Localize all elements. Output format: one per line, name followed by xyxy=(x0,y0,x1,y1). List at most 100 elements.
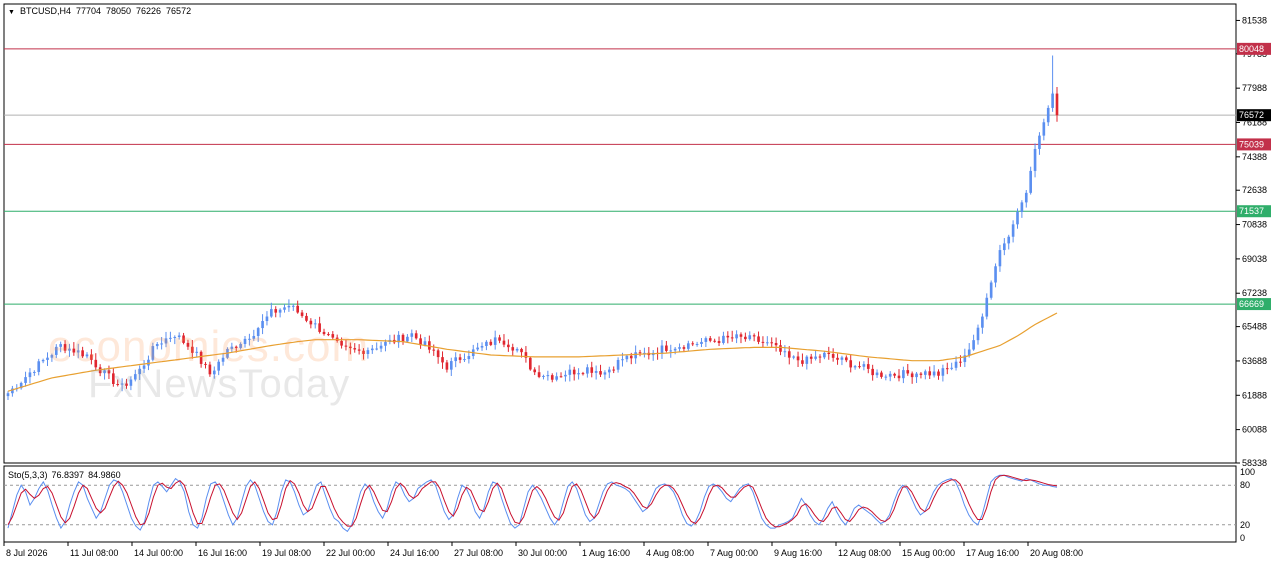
candle-up xyxy=(678,347,681,349)
candle-up xyxy=(985,297,989,317)
candle-down xyxy=(831,353,835,358)
y-tick-label: 77988 xyxy=(1242,83,1267,93)
candle-up xyxy=(449,361,453,370)
candle-down xyxy=(665,345,668,351)
y-tick-label: 74388 xyxy=(1242,152,1267,162)
y-tick-label: 67238 xyxy=(1242,288,1267,298)
candle-down xyxy=(928,371,932,376)
candle-up xyxy=(515,348,519,351)
candle-up xyxy=(748,335,752,340)
candle-down xyxy=(502,340,506,345)
candle-up xyxy=(467,356,471,360)
candle-up xyxy=(972,340,975,350)
candle-up xyxy=(1016,211,1019,225)
y-tick-label: 61888 xyxy=(1242,390,1267,400)
candle-up xyxy=(283,307,286,310)
candle-down xyxy=(801,360,804,364)
x-tick-label: 14 Jul 00:00 xyxy=(134,548,183,558)
candle-up xyxy=(1029,170,1032,193)
candle-up xyxy=(932,371,936,376)
stochastic-header: Sto(5,3,3) 76.8397 84.9860 xyxy=(8,470,125,480)
candle-down xyxy=(937,371,940,376)
stochastic-main-value: 76.8397 xyxy=(51,470,85,480)
candle-up xyxy=(476,347,479,350)
candle-down xyxy=(919,373,923,375)
candle-down xyxy=(897,375,901,379)
candle-up xyxy=(673,348,677,351)
candle-up xyxy=(695,343,699,345)
x-tick-label: 22 Jul 00:00 xyxy=(326,548,375,558)
candle-up xyxy=(840,357,844,360)
candle-down xyxy=(612,369,616,371)
level-label: 75039 xyxy=(1239,139,1264,149)
candle-up xyxy=(28,372,32,378)
candle-down xyxy=(305,315,308,321)
candle-down xyxy=(730,337,734,339)
candle-down xyxy=(507,344,510,348)
header-arrow-icon[interactable]: ▼ xyxy=(8,9,15,16)
candle-down xyxy=(629,355,633,359)
stochastic-signal-value: 84.9860 xyxy=(88,470,121,480)
candle-up xyxy=(1011,224,1015,237)
low-value: 76226 xyxy=(136,6,162,16)
candle-up xyxy=(700,341,703,344)
candle-up xyxy=(735,334,738,339)
candle-up xyxy=(976,327,980,341)
candle-up xyxy=(902,370,905,379)
candle-up xyxy=(586,367,589,374)
candle-up xyxy=(577,373,580,375)
candle-down xyxy=(533,369,537,373)
candle-down xyxy=(871,368,874,376)
x-tick-label: 19 Jul 08:00 xyxy=(262,548,311,558)
candle-up xyxy=(1024,192,1028,203)
candle-up xyxy=(287,305,291,308)
candle-down xyxy=(498,337,501,341)
candle-up xyxy=(463,359,466,361)
candle-up xyxy=(616,359,620,370)
candle-up xyxy=(1038,135,1041,149)
candle-up xyxy=(783,351,787,353)
candle-up xyxy=(546,375,550,377)
candle-up xyxy=(686,343,690,349)
stochastic-y-tick: 20 xyxy=(1240,520,1250,530)
candle-up xyxy=(291,305,295,307)
watermark-fxnewstoday: FxNewsToday xyxy=(88,362,351,406)
x-tick-label: 27 Jul 08:00 xyxy=(454,548,503,558)
candle-up xyxy=(634,352,637,359)
candle-up xyxy=(625,355,629,360)
y-tick-label: 63688 xyxy=(1242,356,1267,366)
candle-down xyxy=(436,350,440,358)
candle-up xyxy=(406,336,409,342)
candle-down xyxy=(638,352,642,354)
candle-up xyxy=(603,372,607,375)
level-label: 80048 xyxy=(1239,44,1264,54)
candle-down xyxy=(713,340,716,342)
candle-up xyxy=(915,373,918,378)
candle-up xyxy=(805,356,809,364)
candle-up xyxy=(423,341,427,346)
y-tick-label: 72638 xyxy=(1242,185,1267,195)
candle-up xyxy=(1042,122,1046,136)
candle-down xyxy=(959,361,962,363)
candle-down xyxy=(682,347,686,349)
candle-down xyxy=(528,357,532,370)
candle-up xyxy=(1003,243,1006,251)
candle-down xyxy=(296,305,299,313)
candle-down xyxy=(796,356,800,361)
candle-up xyxy=(410,333,414,337)
stochastic-signal-line xyxy=(7,474,1058,528)
candle-down xyxy=(739,334,743,337)
candle-up xyxy=(888,373,892,377)
candle-up xyxy=(981,316,984,328)
y-tick-label: 81538 xyxy=(1242,15,1267,25)
x-tick-label: 7 Aug 00:00 xyxy=(710,548,758,558)
candle-up xyxy=(24,377,27,383)
candle-down xyxy=(489,341,493,345)
candle-up xyxy=(370,348,374,351)
candle-up xyxy=(704,338,708,342)
x-tick-label: 17 Aug 16:00 xyxy=(966,548,1019,558)
candle-up xyxy=(1033,148,1037,171)
candle-down xyxy=(445,362,449,370)
candle-down xyxy=(761,341,765,343)
candle-down xyxy=(441,357,444,363)
